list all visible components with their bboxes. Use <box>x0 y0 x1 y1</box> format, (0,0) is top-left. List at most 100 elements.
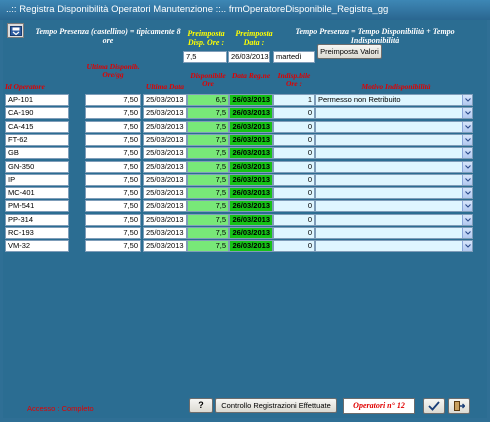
ultima-data-cell[interactable]: 25/03/2013 <box>143 147 187 159</box>
chevron-down-icon[interactable] <box>462 108 472 118</box>
ultima-ore-cell[interactable]: 7,50 <box>85 187 141 199</box>
motivo-combo[interactable] <box>315 240 473 252</box>
save-form-icon[interactable] <box>7 23 24 38</box>
ultima-ore-cell[interactable]: 7,50 <box>85 240 141 252</box>
indisponibile-ore-cell[interactable]: 0 <box>273 121 315 133</box>
ultima-data-cell[interactable]: 25/03/2013 <box>143 214 187 226</box>
chevron-down-icon[interactable] <box>462 135 472 145</box>
id-operatore-cell[interactable]: GB <box>5 147 69 159</box>
chevron-down-icon[interactable] <box>462 122 472 132</box>
data-reg-cell[interactable]: 26/03/2013 <box>229 200 273 212</box>
chevron-down-icon[interactable] <box>462 188 472 198</box>
id-operatore-cell[interactable]: CA-415 <box>5 121 69 133</box>
id-operatore-cell[interactable]: IP <box>5 174 69 186</box>
ultima-ore-cell[interactable]: 7,50 <box>85 214 141 226</box>
disponibile-ore-cell[interactable]: 7,5 <box>187 147 229 159</box>
confirm-button[interactable] <box>423 398 445 414</box>
ultima-data-cell[interactable]: 25/03/2013 <box>143 121 187 133</box>
ultima-ore-cell[interactable]: 7,50 <box>85 227 141 239</box>
ultima-data-cell[interactable]: 25/03/2013 <box>143 187 187 199</box>
motivo-combo[interactable] <box>315 214 473 226</box>
motivo-combo[interactable] <box>315 121 473 133</box>
indisponibile-ore-cell[interactable]: 0 <box>273 147 315 159</box>
motivo-combo[interactable] <box>315 134 473 146</box>
motivo-combo[interactable] <box>315 107 473 119</box>
id-operatore-cell[interactable]: CA-190 <box>5 107 69 119</box>
indisponibile-ore-cell[interactable]: 0 <box>273 134 315 146</box>
data-reg-cell[interactable]: 26/03/2013 <box>229 187 273 199</box>
motivo-combo[interactable] <box>315 147 473 159</box>
disponibile-ore-cell[interactable]: 6,5 <box>187 94 229 106</box>
indisponibile-ore-cell[interactable]: 0 <box>273 214 315 226</box>
data-reg-cell[interactable]: 26/03/2013 <box>229 121 273 133</box>
ultima-ore-cell[interactable]: 7,50 <box>85 94 141 106</box>
id-operatore-cell[interactable]: VM-32 <box>5 240 69 252</box>
ore-preimposta-input[interactable]: 7,5 <box>183 51 227 63</box>
data-reg-cell[interactable]: 26/03/2013 <box>229 214 273 226</box>
data-reg-cell[interactable]: 26/03/2013 <box>229 240 273 252</box>
id-operatore-cell[interactable]: PP-314 <box>5 214 69 226</box>
ultima-data-cell[interactable]: 25/03/2013 <box>143 134 187 146</box>
id-operatore-cell[interactable]: FT-62 <box>5 134 69 146</box>
chevron-down-icon[interactable] <box>462 148 472 158</box>
data-reg-cell[interactable]: 26/03/2013 <box>229 161 273 173</box>
ultima-data-cell[interactable]: 25/03/2013 <box>143 161 187 173</box>
indisponibile-ore-cell[interactable]: 0 <box>273 174 315 186</box>
ultima-data-cell[interactable]: 25/03/2013 <box>143 200 187 212</box>
ultima-ore-cell[interactable]: 7,50 <box>85 161 141 173</box>
chevron-down-icon[interactable] <box>462 228 472 238</box>
chevron-down-icon[interactable] <box>462 162 472 172</box>
indisponibile-ore-cell[interactable]: 0 <box>273 187 315 199</box>
controllo-registrazioni-button[interactable]: Controllo Registrazioni Effettuate <box>215 398 337 413</box>
data-preimposta-input[interactable]: 26/03/2013 <box>228 51 270 63</box>
id-operatore-cell[interactable]: GN-350 <box>5 161 69 173</box>
ultima-data-cell[interactable]: 25/03/2013 <box>143 174 187 186</box>
indisponibile-ore-cell[interactable]: 0 <box>273 227 315 239</box>
ultima-ore-cell[interactable]: 7,50 <box>85 134 141 146</box>
ultima-ore-cell[interactable]: 7,50 <box>85 147 141 159</box>
exit-button[interactable] <box>448 398 470 414</box>
preimposta-valori-button[interactable]: Preimposta Valori <box>317 44 382 59</box>
indisponibile-ore-cell[interactable]: 0 <box>273 161 315 173</box>
ultima-data-cell[interactable]: 25/03/2013 <box>143 107 187 119</box>
ultima-data-cell[interactable]: 25/03/2013 <box>143 227 187 239</box>
id-operatore-cell[interactable]: AP-101 <box>5 94 69 106</box>
data-reg-cell[interactable]: 26/03/2013 <box>229 174 273 186</box>
disponibile-ore-cell[interactable]: 7,5 <box>187 174 229 186</box>
indisponibile-ore-cell[interactable]: 0 <box>273 107 315 119</box>
motivo-combo[interactable] <box>315 161 473 173</box>
data-reg-cell[interactable]: 26/03/2013 <box>229 134 273 146</box>
id-operatore-cell[interactable]: PM-541 <box>5 200 69 212</box>
motivo-combo[interactable] <box>315 174 473 186</box>
disponibile-ore-cell[interactable]: 7,5 <box>187 200 229 212</box>
disponibile-ore-cell[interactable]: 7,5 <box>187 240 229 252</box>
disponibile-ore-cell[interactable]: 7,5 <box>187 227 229 239</box>
motivo-combo[interactable] <box>315 187 473 199</box>
ultima-ore-cell[interactable]: 7,50 <box>85 200 141 212</box>
ultima-ore-cell[interactable]: 7,50 <box>85 121 141 133</box>
data-reg-cell[interactable]: 26/03/2013 <box>229 227 273 239</box>
chevron-down-icon[interactable] <box>462 241 472 251</box>
data-reg-cell[interactable]: 26/03/2013 <box>229 147 273 159</box>
motivo-combo[interactable] <box>315 200 473 212</box>
disponibile-ore-cell[interactable]: 7,5 <box>187 161 229 173</box>
disponibile-ore-cell[interactable]: 7,5 <box>187 187 229 199</box>
ultima-data-cell[interactable]: 25/03/2013 <box>143 240 187 252</box>
indisponibile-ore-cell[interactable]: 0 <box>273 200 315 212</box>
disponibile-ore-cell[interactable]: 7,5 <box>187 121 229 133</box>
id-operatore-cell[interactable]: MC-401 <box>5 187 69 199</box>
disponibile-ore-cell[interactable]: 7,5 <box>187 134 229 146</box>
indisponibile-ore-cell[interactable]: 1 <box>273 94 315 106</box>
chevron-down-icon[interactable] <box>462 95 472 105</box>
ultima-ore-cell[interactable]: 7,50 <box>85 174 141 186</box>
id-operatore-cell[interactable]: RC-193 <box>5 227 69 239</box>
chevron-down-icon[interactable] <box>462 201 472 211</box>
ultima-ore-cell[interactable]: 7,50 <box>85 107 141 119</box>
data-reg-cell[interactable]: 26/03/2013 <box>229 107 273 119</box>
disponibile-ore-cell[interactable]: 7,5 <box>187 214 229 226</box>
motivo-combo[interactable] <box>315 227 473 239</box>
help-button[interactable]: ? <box>189 398 213 413</box>
motivo-combo[interactable]: Permesso non Retribuito <box>315 94 473 106</box>
chevron-down-icon[interactable] <box>462 215 472 225</box>
disponibile-ore-cell[interactable]: 7,5 <box>187 107 229 119</box>
